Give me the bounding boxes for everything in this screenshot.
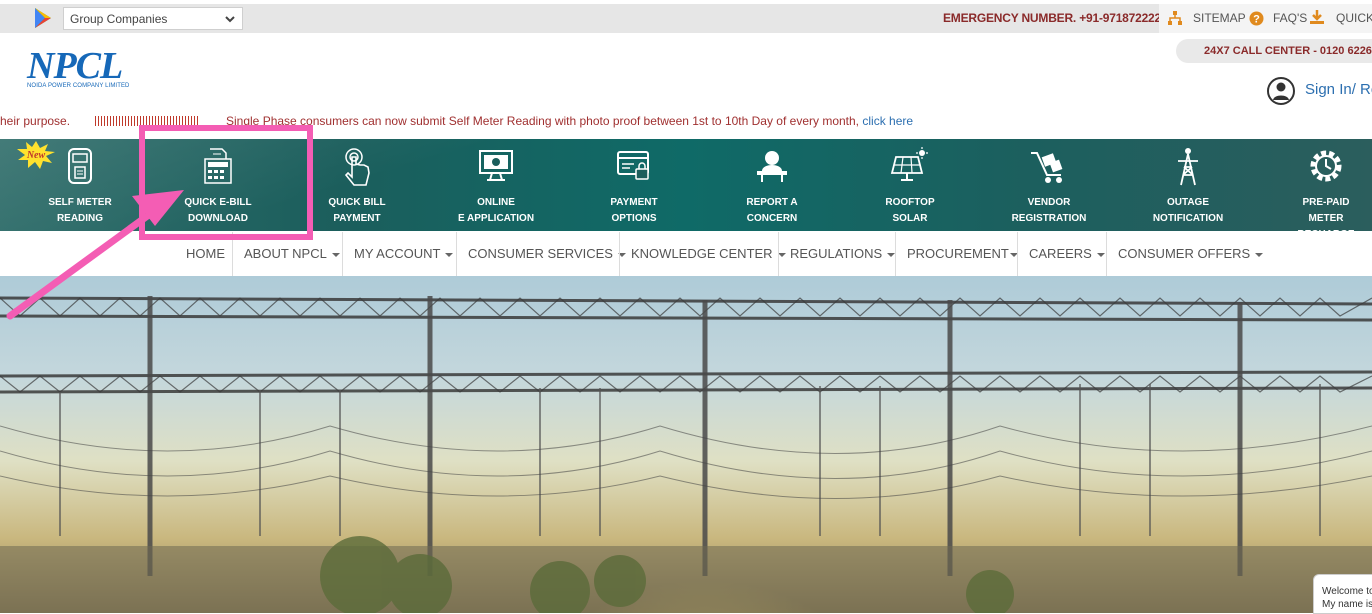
nav-regulations[interactable]: REGULATIONS — [790, 232, 896, 276]
ticker-text-previous: heir purpose. — [0, 114, 71, 128]
service-outage-notification[interactable]: OUTAGE NOTIFICATION — [1146, 139, 1230, 231]
sitemap-icon — [1168, 11, 1182, 25]
nav-label: ABOUT NPCL — [244, 246, 327, 261]
emergency-number: EMERGENCY NUMBER. +91-9718722222 — [943, 11, 1168, 25]
logo-text: NPCL — [27, 45, 123, 87]
caret-down-icon — [1096, 252, 1105, 257]
caret-down-icon — [445, 252, 454, 257]
service-label-line2: OPTIONS — [611, 213, 657, 224]
nav-label: PROCUREMENT — [907, 246, 1009, 261]
monitor-gear-icon — [479, 150, 513, 181]
quick-link[interactable]: QUICK — [1336, 11, 1372, 25]
nav-consumer-services[interactable]: CONSUMER SERVICES — [468, 232, 626, 276]
service-label-line1: VENDOR — [1027, 197, 1071, 208]
chat-widget[interactable]: Welcome to My name is — [1313, 574, 1372, 614]
nav-my-account[interactable]: MY ACCOUNT — [354, 232, 454, 276]
service-label-line2: SOLAR — [892, 213, 928, 224]
tower-icon — [1178, 148, 1198, 186]
new-badge: New — [17, 141, 55, 169]
call-center-badge: 24X7 CALL CENTER - 0120 6226666 — [1176, 39, 1372, 63]
nav-label: MY ACCOUNT — [354, 246, 441, 261]
top-utility-bar: Group Companies EMERGENCY NUMBER. +91-97… — [0, 4, 1372, 33]
service-label-line1: ONLINE — [477, 197, 515, 208]
faq-icon: ? — [1249, 11, 1264, 26]
service-label-line2: E APPLICATION — [457, 213, 535, 224]
download-icon — [1310, 10, 1324, 24]
nav-careers[interactable]: CAREERS — [1029, 232, 1105, 276]
new-badge-text: New — [26, 150, 46, 161]
service-rooftop-solar[interactable]: ROOFTOP SOLAR — [868, 139, 952, 231]
cart-box-icon — [1031, 152, 1063, 183]
service-label-line1: ROOFTOP — [885, 197, 935, 208]
group-companies-value: Group Companies — [70, 12, 168, 26]
service-label-line2: CONCERN — [746, 213, 798, 224]
service-label-line1: PRE-PAID — [1302, 197, 1350, 208]
nav-procurement[interactable]: PROCUREMENT — [907, 232, 1018, 276]
gear-clock-icon — [1310, 150, 1342, 182]
chat-line1: Welcome to — [1322, 586, 1372, 597]
tap-hand-icon — [344, 148, 370, 186]
solar-panel-icon — [890, 147, 928, 181]
logo-subtext: NOIDA POWER COMPANY LIMITED — [27, 83, 130, 89]
nav-label: CAREERS — [1029, 246, 1092, 261]
service-quick-bill-payment[interactable]: QUICK BILL PAYMENT — [315, 139, 399, 231]
npcl-logo[interactable]: NPCL NOIDA POWER COMPANY LIMITED — [27, 45, 137, 91]
caret-down-icon — [1255, 252, 1264, 257]
service-label-line2: PAYMENT — [333, 213, 381, 224]
group-companies-select[interactable]: Group Companies — [63, 7, 243, 30]
nav-label: CONSUMER OFFERS — [1118, 246, 1251, 261]
nav-label: CONSUMER SERVICES — [468, 246, 613, 261]
hero-banner-image — [0, 276, 1372, 613]
google-play-icon[interactable] — [31, 6, 55, 30]
ticker-click-here-link[interactable]: click here — [862, 114, 913, 128]
report-desk-icon — [757, 151, 787, 182]
ticker-message: Single Phase consumers can now submit Se… — [226, 114, 860, 128]
svg-text:?: ? — [1253, 14, 1260, 26]
chat-line2: My name is — [1322, 599, 1372, 610]
service-label-line1: OUTAGE — [1166, 197, 1210, 208]
chevron-down-icon — [225, 16, 235, 23]
service-label-line1: SELF METER — [48, 197, 112, 208]
service-pre-paid-meter-recharge[interactable]: PRE-PAID METER RECHARGE — [1280, 139, 1372, 231]
service-online-e-application[interactable]: ONLINE E APPLICATION — [448, 139, 544, 231]
sitemap-link[interactable]: SITEMAP — [1193, 11, 1246, 25]
nav-label: KNOWLEDGE CENTER — [631, 246, 773, 261]
service-label-line2: READING — [56, 213, 104, 224]
caret-down-icon — [331, 252, 340, 257]
meter-icon — [68, 148, 92, 184]
user-icon[interactable] — [1266, 76, 1296, 106]
service-label-line1: PAYMENT — [610, 197, 658, 208]
service-payment-options[interactable]: PAYMENT OPTIONS — [592, 139, 676, 231]
service-vendor-registration[interactable]: VENDOR REGISTRATION — [1002, 139, 1096, 231]
service-report-a-concern[interactable]: REPORT A CONCERN — [730, 139, 814, 231]
top-links: SITEMAP ? FAQ'S QUICK — [1159, 4, 1372, 33]
service-label-line2: NOTIFICATION — [1152, 213, 1224, 224]
nav-label: REGULATIONS — [790, 246, 883, 261]
service-label-line2: REGISTRATION — [1011, 213, 1087, 224]
sign-in-link[interactable]: Sign In/ Re — [1305, 81, 1372, 98]
faqs-link[interactable]: FAQ'S — [1273, 11, 1307, 25]
nav-knowledge-center[interactable]: KNOWLEDGE CENTER — [631, 232, 786, 276]
service-label-line1: REPORT A — [746, 197, 798, 208]
ticker-text: Single Phase consumers can now submit Se… — [226, 114, 913, 128]
service-label-line1: QUICK BILL — [328, 197, 386, 208]
service-label-line2: METER RECHARGE — [1297, 213, 1354, 231]
nav-consumer-offers[interactable]: CONSUMER OFFERS — [1118, 232, 1264, 276]
card-lock-icon — [617, 151, 649, 180]
substation-illustration — [0, 296, 1372, 613]
annotation-highlight-box — [139, 125, 313, 240]
